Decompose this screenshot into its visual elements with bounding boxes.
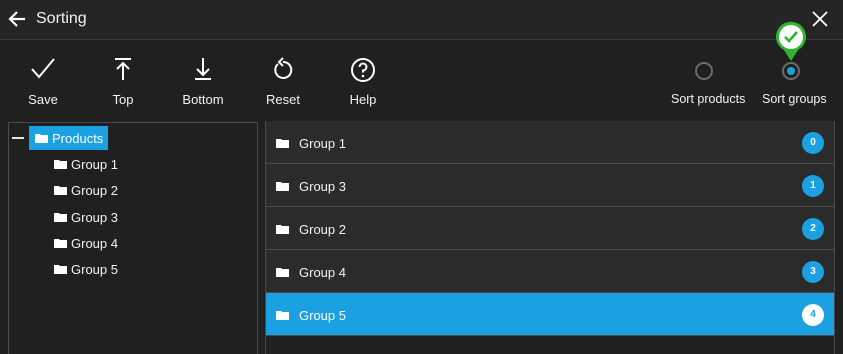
list-item-label: Group 3	[299, 179, 346, 194]
arrow-to-bottom-icon	[195, 58, 211, 80]
tree-item-label: Group 3	[71, 210, 118, 225]
top-label: Top	[112, 92, 134, 107]
list-item[interactable]: Group 2 2	[266, 207, 834, 250]
bottom-label: Bottom	[182, 92, 224, 107]
order-badge: 3	[802, 261, 824, 283]
folder-icon	[276, 311, 289, 320]
folder-icon	[54, 186, 67, 195]
save-label: Save	[28, 92, 58, 107]
tree-item[interactable]: Group 3	[52, 206, 172, 228]
tree-item[interactable]: Group 4	[52, 232, 172, 254]
reset-button[interactable]: Reset	[258, 41, 308, 121]
tree-item-label: Group 4	[71, 236, 118, 251]
folder-icon	[276, 139, 289, 148]
list-item-label: Group 1	[299, 136, 346, 151]
reset-icon	[274, 57, 293, 79]
list-item-label: Group 4	[299, 265, 346, 280]
list-item-label: Group 5	[299, 308, 346, 323]
list-item[interactable]: Group 3 1	[266, 164, 834, 207]
sort-products-radio[interactable]: Sort products	[665, 41, 750, 121]
help-button[interactable]: Help	[338, 41, 388, 121]
sort-groups-label: Sort groups	[762, 92, 827, 106]
order-badge: 0	[802, 132, 824, 154]
folder-icon	[54, 239, 67, 248]
checkmark-icon	[31, 58, 55, 79]
list-item-selected[interactable]: Group 5 4	[266, 293, 834, 336]
close-icon[interactable]	[810, 9, 830, 29]
sort-list: Group 1 0 Group 3 1 Group 2 2 Group 4 3 …	[265, 121, 835, 354]
tree-item-label: Group 1	[71, 157, 118, 172]
sort-groups-radio[interactable]: Sort groups	[755, 41, 835, 121]
folder-icon	[276, 225, 289, 234]
list-item-label: Group 2	[299, 222, 346, 237]
title-bar: Sorting	[0, 0, 843, 40]
window-title: Sorting	[36, 10, 87, 27]
list-item[interactable]: Group 4 3	[266, 250, 834, 293]
tree-root-label: Products	[52, 131, 104, 146]
reset-label: Reset	[266, 92, 300, 107]
tree-item-label: Group 5	[71, 262, 118, 277]
radio-unchecked-icon	[695, 62, 713, 80]
tree-item-label: Group 2	[71, 183, 118, 198]
group-tree: Products Group 1 Group 2 Group 3 Group 4…	[8, 122, 258, 354]
order-badge: 4	[802, 304, 824, 326]
order-badge: 1	[802, 175, 824, 197]
folder-icon	[276, 182, 289, 191]
tree-item[interactable]: Group 5	[52, 258, 172, 280]
help-label: Help	[349, 92, 377, 107]
folder-icon	[276, 268, 289, 277]
help-icon	[351, 58, 375, 82]
back-arrow-icon[interactable]	[6, 8, 28, 30]
order-badge: 2	[802, 218, 824, 240]
tree-item[interactable]: Group 1	[52, 153, 172, 175]
tree-root-products[interactable]: Products	[29, 126, 108, 150]
folder-icon	[54, 265, 67, 274]
folder-icon	[54, 160, 67, 169]
move-bottom-button[interactable]: Bottom	[173, 41, 233, 121]
radio-checked-icon	[782, 62, 800, 80]
move-top-button[interactable]: Top	[98, 41, 148, 121]
tree-item[interactable]: Group 2	[52, 179, 172, 201]
toolbar: Save Top Bottom Reset Help Sort products	[0, 41, 843, 121]
sort-products-label: Sort products	[671, 92, 746, 106]
list-item[interactable]: Group 1 0	[266, 121, 834, 164]
save-button[interactable]: Save	[18, 41, 68, 121]
arrow-to-top-icon	[115, 58, 131, 80]
folder-icon	[54, 213, 67, 222]
collapse-icon[interactable]	[12, 137, 24, 139]
folder-icon	[35, 134, 48, 143]
